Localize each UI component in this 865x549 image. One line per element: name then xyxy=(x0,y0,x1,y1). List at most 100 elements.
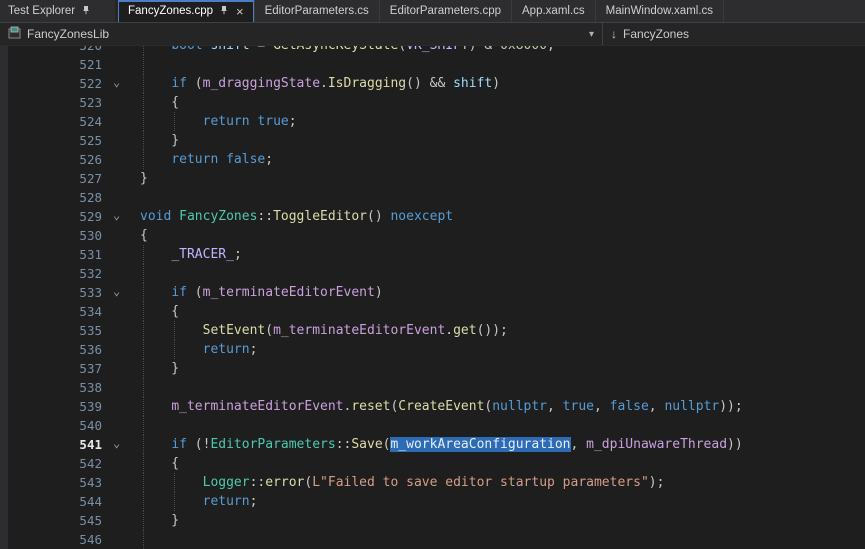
code-text[interactable] xyxy=(140,378,865,397)
code-text[interactable]: } xyxy=(140,359,865,378)
pin-icon[interactable] xyxy=(219,5,229,18)
close-icon[interactable]: × xyxy=(236,5,244,18)
code-line: 529⌄void FancyZones::ToggleEditor() noex… xyxy=(0,207,865,226)
tab-mainwindow-xaml-cs[interactable]: MainWindow.xaml.cs xyxy=(596,0,724,22)
fold-gutter xyxy=(104,188,140,207)
code-text[interactable]: return; xyxy=(140,492,865,511)
editor-left-edge xyxy=(0,359,8,378)
code-text[interactable]: bool shift = GetAsyncKeyState(VK_SHIFT) … xyxy=(140,46,865,55)
indent-guide xyxy=(143,416,144,435)
code-text[interactable]: return true; xyxy=(140,112,865,131)
editor-left-edge xyxy=(0,302,8,321)
code-line: 546 xyxy=(0,530,865,549)
indent-guide xyxy=(143,302,144,321)
project-dropdown[interactable]: FancyZonesLib ▾ xyxy=(0,23,603,45)
code-text[interactable]: void FancyZones::ToggleEditor() noexcept xyxy=(140,207,865,226)
code-text[interactable] xyxy=(140,416,865,435)
code-token: m_draggingState xyxy=(203,76,320,91)
code-token: { xyxy=(140,95,179,110)
code-token: CreateEvent xyxy=(398,399,484,414)
code-text[interactable]: } xyxy=(140,131,865,150)
code-token xyxy=(140,247,171,262)
code-token: EditorParameters xyxy=(210,437,335,452)
code-line: 542 { xyxy=(0,454,865,473)
indent-guide xyxy=(143,492,144,511)
code-text[interactable]: } xyxy=(140,169,865,188)
code-text[interactable]: { xyxy=(140,302,865,321)
fold-indicator-icon[interactable]: ⌄ xyxy=(104,207,140,226)
code-text[interactable]: return false; xyxy=(140,150,865,169)
member-name: FancyZones xyxy=(623,27,689,41)
code-token: m_terminateEditorEvent xyxy=(171,399,343,414)
code-token xyxy=(171,209,179,224)
tab-editorparameters-cs[interactable]: EditorParameters.cs xyxy=(255,0,380,22)
code-text[interactable] xyxy=(140,55,865,74)
indent-guide xyxy=(143,340,144,359)
code-text[interactable] xyxy=(140,188,865,207)
line-number: 537 xyxy=(8,359,104,378)
code-token: if xyxy=(171,285,187,300)
tab-editorparameters-cpp[interactable]: EditorParameters.cpp xyxy=(380,0,512,22)
indent-guide xyxy=(143,530,144,549)
indent-guide xyxy=(143,245,144,264)
member-dropdown[interactable]: ↓ FancyZones xyxy=(603,23,865,45)
fold-gutter xyxy=(104,454,140,473)
code-text[interactable]: m_terminateEditorEvent.reset(CreateEvent… xyxy=(140,397,865,416)
code-token xyxy=(140,46,171,53)
indent-guide xyxy=(143,378,144,397)
fold-gutter xyxy=(104,321,140,340)
line-number: 521 xyxy=(8,55,104,74)
pin-icon[interactable] xyxy=(81,5,91,18)
code-text[interactable]: SetEvent(m_terminateEditorEvent.get()); xyxy=(140,321,865,340)
chevron-down-icon[interactable]: ▾ xyxy=(589,29,594,40)
indent-guide xyxy=(143,511,144,530)
tab-app-xaml-cs[interactable]: App.xaml.cs xyxy=(512,0,596,22)
fold-indicator-icon[interactable]: ⌄ xyxy=(104,435,140,454)
code-token: , xyxy=(594,399,610,414)
indent-guide xyxy=(143,321,144,340)
fold-gutter xyxy=(104,264,140,283)
code-text[interactable]: { xyxy=(140,454,865,473)
code-text[interactable] xyxy=(140,530,865,549)
editor-left-edge xyxy=(0,397,8,416)
code-text[interactable]: _TRACER_; xyxy=(140,245,865,264)
code-line: 526 return false; xyxy=(0,150,865,169)
code-text[interactable]: { xyxy=(140,93,865,112)
code-token: ToggleEditor xyxy=(273,209,367,224)
line-number: 540 xyxy=(8,416,104,435)
code-token: { xyxy=(140,456,179,471)
code-text[interactable]: } xyxy=(140,511,865,530)
selected-token: m_workAreaConfiguration xyxy=(390,437,570,452)
fold-indicator-icon[interactable]: ⌄ xyxy=(104,283,140,302)
code-editor[interactable]: 520 bool shift = GetAsyncKeyState(VK_SHI… xyxy=(0,46,865,549)
fold-gutter xyxy=(104,226,140,245)
code-text[interactable] xyxy=(140,264,865,283)
code-token: . xyxy=(320,76,328,91)
code-text[interactable]: { xyxy=(140,226,865,245)
tab-test-explorer[interactable]: Test Explorer xyxy=(0,0,118,22)
indent-guide xyxy=(143,131,144,150)
code-text[interactable]: if (m_terminateEditorEvent) xyxy=(140,283,865,302)
tab-label: EditorParameters.cs xyxy=(265,5,369,17)
code-token: ) xyxy=(375,285,383,300)
code-text[interactable]: if (!EditorParameters::Save(m_workAreaCo… xyxy=(140,435,865,454)
editor-left-edge xyxy=(0,378,8,397)
code-text[interactable]: if (m_draggingState.IsDragging() && shif… xyxy=(140,74,865,93)
code-text[interactable]: return; xyxy=(140,340,865,359)
tab-label: MainWindow.xaml.cs xyxy=(606,5,713,17)
fold-indicator-icon[interactable]: ⌄ xyxy=(104,74,140,93)
code-token: } xyxy=(140,133,179,148)
editor-left-edge xyxy=(0,169,8,188)
line-number: 535 xyxy=(8,321,104,340)
indent-guide xyxy=(143,454,144,473)
code-line: 530{ xyxy=(0,226,865,245)
code-token: ; xyxy=(234,247,242,262)
indent-guide xyxy=(174,340,175,359)
code-text[interactable]: Logger::error(L"Failed to save editor st… xyxy=(140,473,865,492)
code-token: nullptr xyxy=(492,399,547,414)
code-line: 532 xyxy=(0,264,865,283)
code-token: :: xyxy=(257,209,273,224)
code-token: (! xyxy=(187,437,210,452)
indent-guide xyxy=(143,473,144,492)
tab-fancyzones-cpp[interactable]: FancyZones.cpp× xyxy=(118,0,255,22)
